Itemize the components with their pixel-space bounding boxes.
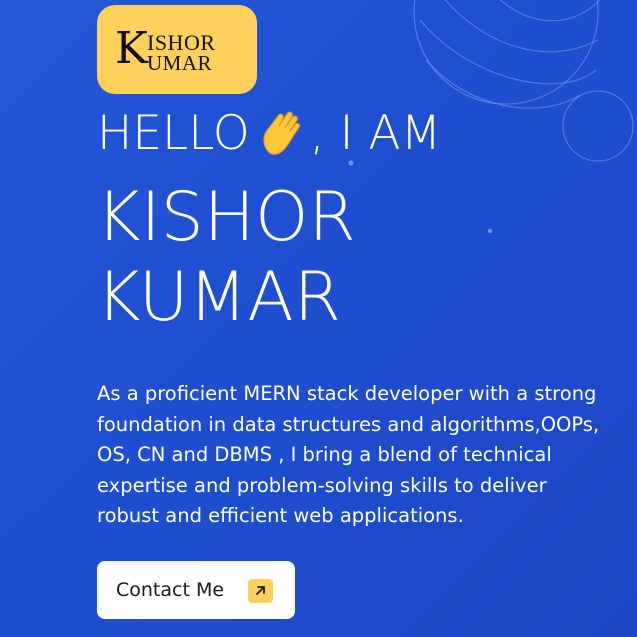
bio-paragraph: As a proficient MERN stack developer wit… [97,379,637,532]
bio-line: expertise and problem-solving skills to … [97,473,547,497]
dot-icon [487,228,493,234]
logo[interactable]: K ISHOR UMAR [97,5,257,94]
bio-line: robust and efficient web applications. [97,504,464,527]
hero-section: K ISHOR UMAR HELLO , I AM KISHOR KUMAR A… [0,0,637,637]
greeting-heading: HELLO , I AM [97,108,441,160]
ring-icon [562,90,634,162]
bio-line: OS, CN and DBMS , I bring a blend of tec… [97,443,552,466]
contact-me-button[interactable]: Contact Me [97,561,295,619]
name-last: KUMAR [96,258,341,337]
logo-line-2: UMAR [147,51,213,75]
contact-me-label: Contact Me [116,579,225,601]
greeting-hello: HELLO [97,106,250,161]
bio-line: foundation in data structures and algori… [97,412,600,436]
logo-initial: K [115,23,148,74]
arrow-up-right-icon [248,579,273,603]
striped-sphere-icon [413,0,601,109]
name-first: KISHOR [96,178,356,257]
greeting-i-am: , I AM [309,106,442,161]
name-heading: KISHOR KUMAR [96,178,356,338]
dot-icon [348,160,354,166]
waving-hand-icon [258,110,308,158]
bio-line: As a proficient MERN stack developer wit… [97,382,597,405]
